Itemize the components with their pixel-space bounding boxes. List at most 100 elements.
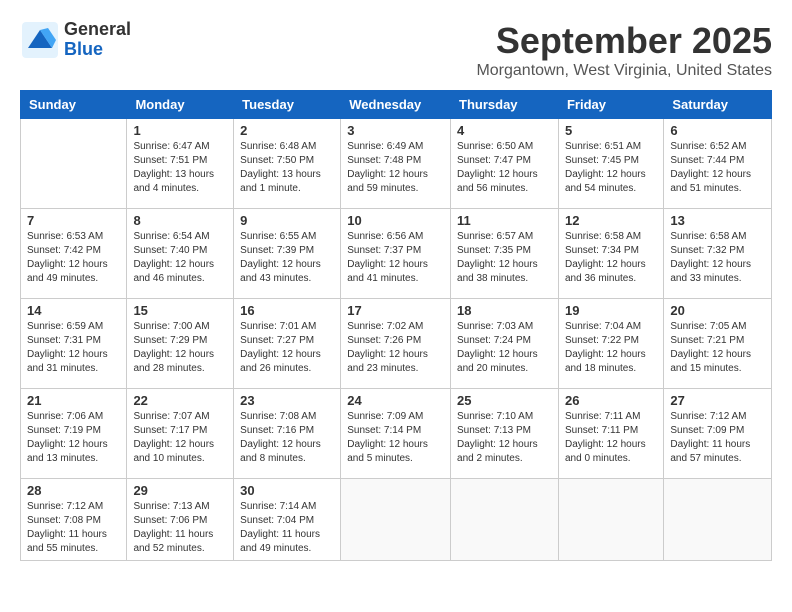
day-number: 18 bbox=[457, 303, 552, 318]
weekday-header-monday: Monday bbox=[127, 91, 234, 119]
week-row-3: 14 Sunrise: 6:59 AM Sunset: 7:31 PM Dayli… bbox=[21, 299, 772, 389]
weekday-header-friday: Friday bbox=[558, 91, 663, 119]
calendar-cell bbox=[341, 479, 451, 561]
day-info: Sunrise: 6:49 AM Sunset: 7:48 PM Dayligh… bbox=[347, 140, 444, 196]
week-row-1: 1 Sunrise: 6:47 AM Sunset: 7:51 PM Daylig… bbox=[21, 119, 772, 209]
calendar-cell: 25Sunrise: 7:10 AM Sunset: 7:13 PM Dayli… bbox=[451, 389, 559, 479]
day-number: 2 bbox=[240, 123, 334, 138]
day-number: 23 bbox=[240, 393, 334, 408]
calendar-cell: 27Sunrise: 7:12 AM Sunset: 7:09 PM Dayli… bbox=[664, 389, 772, 479]
calendar-cell: 11Sunrise: 6:57 AM Sunset: 7:35 PM Dayli… bbox=[451, 209, 559, 299]
calendar-cell: 26 Sunrise: 7:11 AM Sunset: 7:11 PM Dayli… bbox=[558, 389, 663, 479]
day-info: Sunrise: 7:13 AM Sunset: 7:06 PM Dayligh… bbox=[133, 500, 227, 556]
day-number: 15 bbox=[133, 303, 227, 318]
location: Morgantown, West Virginia, United States bbox=[476, 62, 772, 80]
day-number: 12 bbox=[565, 213, 657, 228]
day-number: 3 bbox=[347, 123, 444, 138]
logo-general: General bbox=[64, 20, 131, 40]
day-number: 7 bbox=[27, 213, 120, 228]
day-info: Sunrise: 7:06 AM Sunset: 7:19 PM Dayligh… bbox=[27, 410, 120, 466]
page-header: General Blue September 2025 Morgantown, … bbox=[20, 20, 772, 80]
logo-blue: Blue bbox=[64, 40, 131, 60]
day-number: 17 bbox=[347, 303, 444, 318]
day-number: 19 bbox=[565, 303, 657, 318]
day-info: Sunrise: 6:58 AM Sunset: 7:34 PM Dayligh… bbox=[565, 230, 657, 286]
day-info: Sunrise: 6:52 AM Sunset: 7:44 PM Dayligh… bbox=[670, 140, 765, 196]
calendar-cell: 23Sunrise: 7:08 AM Sunset: 7:16 PM Dayli… bbox=[234, 389, 341, 479]
calendar-cell: 4Sunrise: 6:50 AM Sunset: 7:47 PM Daylig… bbox=[451, 119, 559, 209]
day-info: Sunrise: 7:12 AM Sunset: 7:08 PM Dayligh… bbox=[27, 500, 120, 556]
logo-icon bbox=[20, 20, 60, 60]
day-info: Sunrise: 6:48 AM Sunset: 7:50 PM Dayligh… bbox=[240, 140, 334, 196]
calendar-cell: 22 Sunrise: 7:07 AM Sunset: 7:17 PM Dayli… bbox=[127, 389, 234, 479]
week-row-4: 21 Sunrise: 7:06 AM Sunset: 7:19 PM Dayli… bbox=[21, 389, 772, 479]
day-number: 14 bbox=[27, 303, 120, 318]
month-title: September 2025 bbox=[476, 20, 772, 62]
day-number: 1 bbox=[133, 123, 227, 138]
weekday-header-row: SundayMondayTuesdayWednesdayThursdayFrid… bbox=[21, 91, 772, 119]
day-info: Sunrise: 6:59 AM Sunset: 7:31 PM Dayligh… bbox=[27, 320, 120, 376]
day-info: Sunrise: 7:11 AM Sunset: 7:11 PM Dayligh… bbox=[565, 410, 657, 466]
calendar-cell: 17 Sunrise: 7:02 AM Sunset: 7:26 PM Dayli… bbox=[341, 299, 451, 389]
calendar-cell: 20 Sunrise: 7:05 AM Sunset: 7:21 PM Dayli… bbox=[664, 299, 772, 389]
day-number: 20 bbox=[670, 303, 765, 318]
day-number: 28 bbox=[27, 483, 120, 498]
day-info: Sunrise: 7:02 AM Sunset: 7:26 PM Dayligh… bbox=[347, 320, 444, 376]
day-number: 25 bbox=[457, 393, 552, 408]
day-number: 26 bbox=[565, 393, 657, 408]
calendar-cell bbox=[21, 119, 127, 209]
day-info: Sunrise: 6:51 AM Sunset: 7:45 PM Dayligh… bbox=[565, 140, 657, 196]
day-number: 8 bbox=[133, 213, 227, 228]
weekday-header-saturday: Saturday bbox=[664, 91, 772, 119]
calendar-cell: 5 Sunrise: 6:51 AM Sunset: 7:45 PM Daylig… bbox=[558, 119, 663, 209]
calendar-cell: 8 Sunrise: 6:54 AM Sunset: 7:40 PM Daylig… bbox=[127, 209, 234, 299]
week-row-2: 7 Sunrise: 6:53 AM Sunset: 7:42 PM Daylig… bbox=[21, 209, 772, 299]
day-number: 16 bbox=[240, 303, 334, 318]
calendar-cell: 21 Sunrise: 7:06 AM Sunset: 7:19 PM Dayli… bbox=[21, 389, 127, 479]
calendar-cell: 10Sunrise: 6:56 AM Sunset: 7:37 PM Dayli… bbox=[341, 209, 451, 299]
calendar-cell bbox=[558, 479, 663, 561]
weekday-header-sunday: Sunday bbox=[21, 91, 127, 119]
day-info: Sunrise: 6:58 AM Sunset: 7:32 PM Dayligh… bbox=[670, 230, 765, 286]
weekday-header-tuesday: Tuesday bbox=[234, 91, 341, 119]
day-info: Sunrise: 6:54 AM Sunset: 7:40 PM Dayligh… bbox=[133, 230, 227, 286]
day-number: 27 bbox=[670, 393, 765, 408]
logo-text: General Blue bbox=[64, 20, 131, 60]
calendar: SundayMondayTuesdayWednesdayThursdayFrid… bbox=[20, 90, 772, 561]
calendar-header: SundayMondayTuesdayWednesdayThursdayFrid… bbox=[21, 91, 772, 119]
day-info: Sunrise: 7:09 AM Sunset: 7:14 PM Dayligh… bbox=[347, 410, 444, 466]
calendar-cell: 19 Sunrise: 7:04 AM Sunset: 7:22 PM Dayli… bbox=[558, 299, 663, 389]
day-number: 13 bbox=[670, 213, 765, 228]
calendar-cell: 3 Sunrise: 6:49 AM Sunset: 7:48 PM Daylig… bbox=[341, 119, 451, 209]
calendar-cell: 18 Sunrise: 7:03 AM Sunset: 7:24 PM Dayli… bbox=[451, 299, 559, 389]
calendar-body: 1 Sunrise: 6:47 AM Sunset: 7:51 PM Daylig… bbox=[21, 119, 772, 561]
day-number: 4 bbox=[457, 123, 552, 138]
day-number: 22 bbox=[133, 393, 227, 408]
calendar-cell: 15 Sunrise: 7:00 AM Sunset: 7:29 PM Dayli… bbox=[127, 299, 234, 389]
day-number: 9 bbox=[240, 213, 334, 228]
day-number: 5 bbox=[565, 123, 657, 138]
day-number: 30 bbox=[240, 483, 334, 498]
title-block: September 2025 Morgantown, West Virginia… bbox=[476, 20, 772, 80]
calendar-cell: 1 Sunrise: 6:47 AM Sunset: 7:51 PM Daylig… bbox=[127, 119, 234, 209]
week-row-5: 28 Sunrise: 7:12 AM Sunset: 7:08 PM Dayli… bbox=[21, 479, 772, 561]
day-info: Sunrise: 7:05 AM Sunset: 7:21 PM Dayligh… bbox=[670, 320, 765, 376]
day-info: Sunrise: 7:03 AM Sunset: 7:24 PM Dayligh… bbox=[457, 320, 552, 376]
day-info: Sunrise: 7:00 AM Sunset: 7:29 PM Dayligh… bbox=[133, 320, 227, 376]
calendar-cell: 30 Sunrise: 7:14 AM Sunset: 7:04 PM Dayli… bbox=[234, 479, 341, 561]
calendar-cell: 14 Sunrise: 6:59 AM Sunset: 7:31 PM Dayli… bbox=[21, 299, 127, 389]
day-info: Sunrise: 7:07 AM Sunset: 7:17 PM Dayligh… bbox=[133, 410, 227, 466]
calendar-cell: 6 Sunrise: 6:52 AM Sunset: 7:44 PM Daylig… bbox=[664, 119, 772, 209]
day-info: Sunrise: 7:14 AM Sunset: 7:04 PM Dayligh… bbox=[240, 500, 334, 556]
day-number: 11 bbox=[457, 213, 552, 228]
day-number: 6 bbox=[670, 123, 765, 138]
calendar-cell: 16 Sunrise: 7:01 AM Sunset: 7:27 PM Dayli… bbox=[234, 299, 341, 389]
day-info: Sunrise: 6:53 AM Sunset: 7:42 PM Dayligh… bbox=[27, 230, 120, 286]
calendar-cell bbox=[664, 479, 772, 561]
calendar-cell: 12 Sunrise: 6:58 AM Sunset: 7:34 PM Dayli… bbox=[558, 209, 663, 299]
day-info: Sunrise: 6:47 AM Sunset: 7:51 PM Dayligh… bbox=[133, 140, 227, 196]
day-number: 21 bbox=[27, 393, 120, 408]
day-info: Sunrise: 7:01 AM Sunset: 7:27 PM Dayligh… bbox=[240, 320, 334, 376]
day-info: Sunrise: 7:04 AM Sunset: 7:22 PM Dayligh… bbox=[565, 320, 657, 376]
day-info: Sunrise: 6:56 AM Sunset: 7:37 PM Dayligh… bbox=[347, 230, 444, 286]
